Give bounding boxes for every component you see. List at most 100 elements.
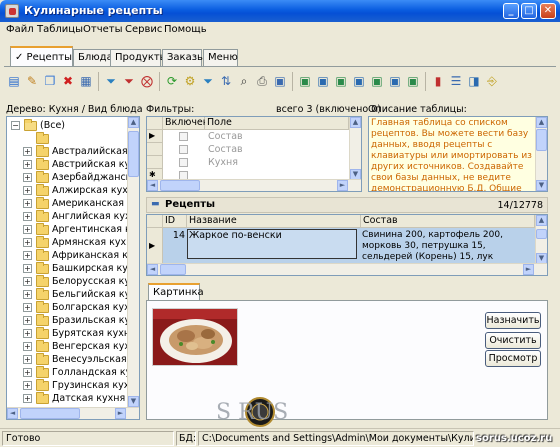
copy-icon[interactable]: ❐ — [42, 73, 58, 89]
expand-icon[interactable]: + — [23, 355, 32, 364]
column-header-id[interactable]: ID — [163, 215, 187, 228]
recipes-vscroll[interactable]: ▲ ▼ — [535, 215, 547, 265]
tree-item-root[interactable]: − (Все) — [7, 119, 128, 132]
tree-item[interactable]: +Болгарская кухня — [7, 301, 128, 314]
sort-icon[interactable]: ⇅ — [218, 73, 234, 89]
exit-icon[interactable]: ⎆ — [484, 73, 500, 89]
collapse-icon[interactable]: − — [11, 121, 20, 130]
table-row[interactable]: 14 Жаркое по-венски Свинина 200, картофе… — [163, 228, 535, 264]
tree-item[interactable]: +Бразильская кухня — [7, 314, 128, 327]
export4-icon[interactable]: ▣ — [351, 73, 367, 89]
export5-icon[interactable]: ▣ — [369, 73, 385, 89]
expand-icon[interactable]: + — [23, 394, 32, 403]
scroll-up-arrow[interactable]: ▲ — [536, 117, 547, 128]
expand-icon[interactable]: + — [23, 290, 32, 299]
expand-icon[interactable]: + — [23, 225, 32, 234]
menu-reports[interactable]: Отчеты — [83, 24, 122, 35]
tree-item[interactable]: +Азербайджанская кухня — [7, 171, 128, 184]
column-header-name[interactable]: Название — [187, 215, 361, 228]
expand-icon[interactable]: + — [23, 173, 32, 182]
filter-icon[interactable]: ⏷ — [103, 73, 119, 89]
scroll-up-arrow[interactable]: ▲ — [350, 117, 361, 128]
scroll-right-arrow[interactable]: ► — [337, 180, 348, 191]
list-icon[interactable]: ☰ — [448, 73, 464, 89]
expand-icon[interactable]: + — [23, 264, 32, 273]
tree-item[interactable]: +Алжирская кухня — [7, 184, 128, 197]
tree-item[interactable]: +Белорусская кухня — [7, 275, 128, 288]
view-button[interactable]: Просмотр — [485, 350, 541, 367]
menu-help[interactable]: Помощь — [164, 24, 207, 35]
recipes-hscroll[interactable]: ◄ ► — [147, 263, 547, 275]
expand-icon[interactable]: + — [23, 329, 32, 338]
scroll-down-arrow[interactable]: ▼ — [536, 180, 547, 191]
maximize-button[interactable]: □ — [521, 3, 537, 19]
minimize-button[interactable]: _ — [503, 3, 519, 19]
scroll-thumb[interactable] — [536, 129, 547, 151]
scroll-up-arrow[interactable]: ▲ — [128, 117, 139, 128]
column-header-enabled[interactable]: Включен — [163, 117, 209, 130]
refresh-icon[interactable]: ⟳ — [164, 73, 180, 89]
print-icon[interactable]: ⎙ — [254, 73, 270, 89]
tree-item[interactable]: +Австрийская кухня — [7, 158, 128, 171]
tab-dishes[interactable]: Блюда — [73, 49, 113, 66]
expand-icon[interactable]: + — [23, 251, 32, 260]
tab-orders[interactable]: Заказы — [162, 49, 205, 66]
tab-menu[interactable]: Меню — [203, 49, 238, 66]
scroll-thumb[interactable] — [160, 180, 200, 191]
filter-funnel-icon[interactable]: ⏷ — [200, 73, 216, 89]
filters-grid[interactable]: Включен Поле ▶ ✱ Состав Состав Кухня ▲ ▼… — [146, 116, 362, 192]
scroll-thumb[interactable] — [160, 264, 186, 275]
window-icon[interactable]: ◨ — [466, 73, 482, 89]
tab-picture[interactable]: Картинка — [148, 283, 204, 301]
tree-item[interactable]: +Американская кухня — [7, 197, 128, 210]
tree-item[interactable]: +Аргентинская кухня — [7, 223, 128, 236]
tree-view[interactable]: −(Все) +Австралийская кухня+Австрийская к… — [6, 116, 140, 420]
scroll-left-arrow[interactable]: ◄ — [147, 264, 158, 275]
export2-icon[interactable]: ▣ — [315, 73, 331, 89]
tree-item[interactable]: +Английская кухня — [7, 210, 128, 223]
filter-enabled-checkbox[interactable] — [179, 158, 188, 167]
export-icon[interactable]: ▣ — [297, 73, 313, 89]
column-header-composition[interactable]: Состав — [361, 215, 535, 228]
delete-icon[interactable]: ✖ — [60, 73, 76, 89]
filter-edit-icon[interactable]: ⚙ — [182, 73, 198, 89]
find-icon[interactable]: ⌕ — [236, 73, 252, 89]
expand-icon[interactable]: + — [23, 199, 32, 208]
grid-icon[interactable]: ▦ — [78, 73, 94, 89]
recipes-grid[interactable]: ID Название Состав ▶ 14 Жаркое по-венски… — [146, 214, 548, 276]
scroll-thumb[interactable] — [128, 131, 139, 177]
expand-icon[interactable]: + — [23, 381, 32, 390]
expand-icon[interactable]: + — [23, 147, 32, 156]
tree-item[interactable]: +Грузинская кухня — [7, 379, 128, 392]
export3-icon[interactable]: ▣ — [333, 73, 349, 89]
tree-item[interactable]: +Бельгийская кухня — [7, 288, 128, 301]
tab-recipes[interactable]: ✓ Рецепты — [10, 46, 73, 67]
scroll-down-arrow[interactable]: ▼ — [128, 396, 139, 407]
tree-item[interactable]: +Армянская кухня — [7, 236, 128, 249]
expand-icon[interactable]: + — [23, 316, 32, 325]
scroll-left-arrow[interactable]: ◄ — [147, 180, 158, 191]
tree-item[interactable]: +Венесуэльская кухня — [7, 353, 128, 366]
scroll-thumb[interactable] — [20, 408, 80, 419]
filter-enabled-checkbox[interactable] — [179, 145, 188, 154]
expand-icon[interactable]: + — [23, 238, 32, 247]
scroll-up-arrow[interactable]: ▲ — [536, 215, 547, 226]
expand-icon[interactable]: + — [23, 186, 32, 195]
filter-field-cell[interactable]: Состав — [208, 144, 243, 156]
assign-button[interactable]: Назначить — [485, 312, 541, 329]
tree-item[interactable]: +Африканская кухня — [7, 249, 128, 262]
close-button[interactable]: ✕ — [540, 3, 556, 19]
tree-vscroll[interactable]: ▲ ▼ — [127, 117, 139, 408]
expand-icon[interactable]: + — [23, 368, 32, 377]
description-vscroll[interactable]: ▲ ▼ — [535, 117, 547, 191]
tree-item[interactable] — [7, 132, 128, 145]
tab-products[interactable]: Продукты — [110, 49, 168, 66]
tree-hscroll[interactable]: ◄ ► — [7, 407, 139, 419]
export7-icon[interactable]: ▣ — [405, 73, 421, 89]
filters-hscroll[interactable]: ◄ ► — [147, 179, 361, 191]
filter-remove-icon[interactable]: ⨂ — [139, 73, 155, 89]
clear-button[interactable]: Очистить — [485, 332, 541, 349]
tree-item[interactable]: +Австралийская кухня — [7, 145, 128, 158]
column-header-field[interactable]: Поле — [205, 117, 349, 130]
expand-icon[interactable]: + — [23, 342, 32, 351]
